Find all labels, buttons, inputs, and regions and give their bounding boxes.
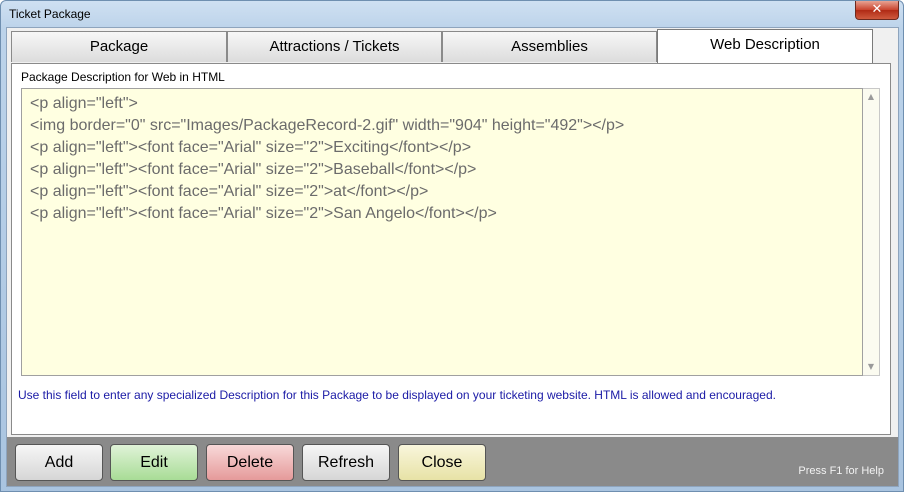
refresh-button[interactable]: Refresh (302, 444, 390, 481)
description-hint: Use this field to enter any specialized … (18, 388, 776, 402)
tab-package[interactable]: Package (11, 31, 227, 62)
description-field-label: Package Description for Web in HTML (21, 70, 225, 84)
web-description-html-input[interactable]: <p align="left"> <img border="0" src="Im… (21, 88, 863, 376)
help-hint: Press F1 for Help (798, 465, 884, 477)
web-description-panel: Package Description for Web in HTML <p a… (11, 63, 891, 435)
tab-label: Assemblies (511, 38, 588, 55)
tab-assemblies[interactable]: Assemblies (442, 31, 657, 62)
window-title: Ticket Package (9, 7, 91, 21)
window-close-button[interactable]: ✕ (855, 1, 899, 20)
button-bar: Add Edit Delete Refresh Close Press F1 f… (7, 437, 898, 486)
client-area: Package Attractions / Tickets Assemblies… (6, 27, 899, 487)
tab-attractions-tickets[interactable]: Attractions / Tickets (227, 31, 442, 62)
close-icon: ✕ (871, 2, 883, 17)
scroll-up-icon[interactable]: ▲ (863, 89, 879, 105)
tab-label: Web Description (710, 36, 820, 53)
delete-button[interactable]: Delete (206, 444, 294, 481)
tab-label: Attractions / Tickets (269, 38, 400, 55)
tab-label: Package (89, 38, 149, 55)
description-scrollbar[interactable]: ▲ ▼ (863, 88, 880, 376)
close-button[interactable]: Close (398, 444, 486, 481)
add-button[interactable]: Add (15, 444, 103, 481)
ticket-package-window: Ticket Package ✕ Package Attractions / T… (0, 0, 904, 492)
tab-web-description[interactable]: Web Description (657, 29, 873, 63)
scroll-down-icon[interactable]: ▼ (863, 359, 879, 375)
title-bar[interactable]: Ticket Package ✕ (1, 1, 903, 29)
edit-button[interactable]: Edit (110, 444, 198, 481)
